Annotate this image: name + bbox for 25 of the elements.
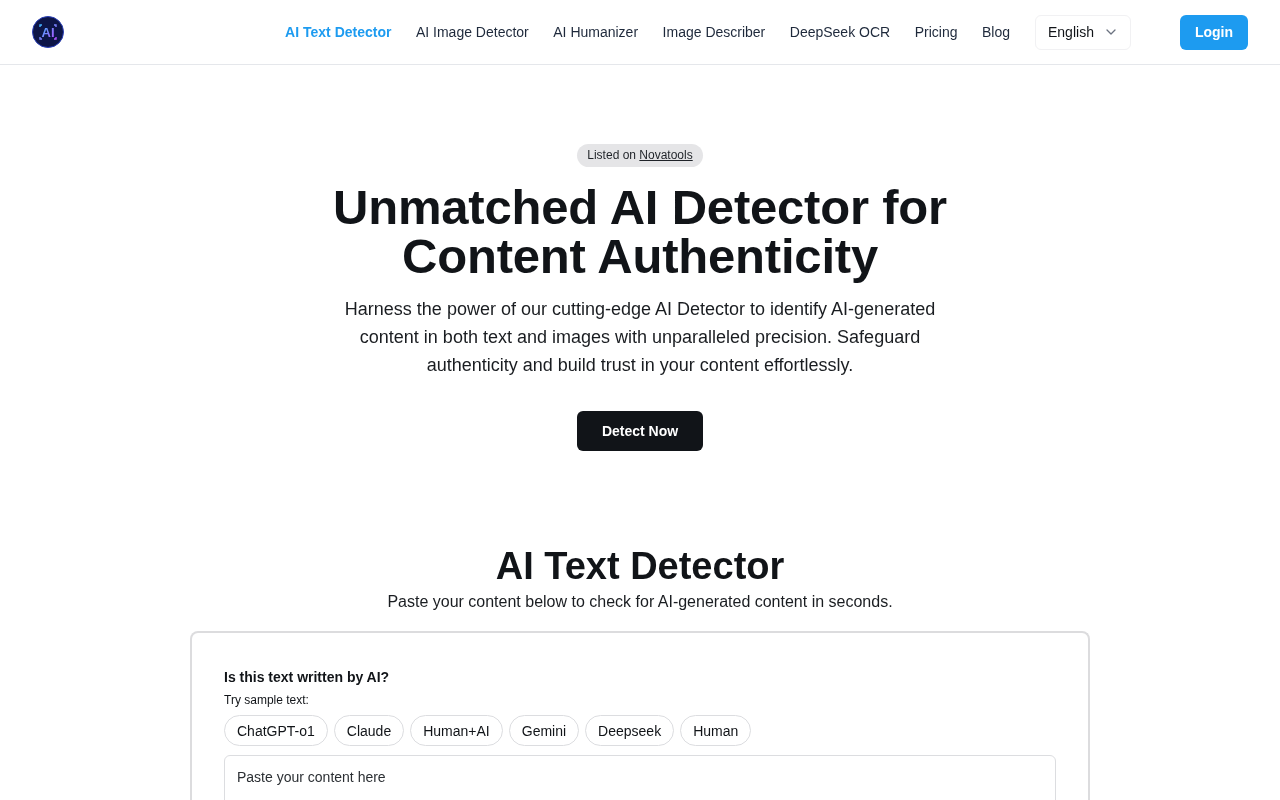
nav-link[interactable]: Image Describer [662,22,766,42]
sample-chip[interactable]: Gemini [508,715,580,746]
logo[interactable]: AI [32,16,64,48]
sample-chip[interactable]: ChatGPT-o1 [224,715,328,746]
nav-link[interactable]: Blog [981,22,1010,42]
hero-description: Harness the power of our cutting-edge AI Detector to identify AI-generated content in both text and images with unparalleled precision. Safeguard authenticity and build trust in your content effortlessly. [343,298,937,377]
content-input[interactable]: Paste your content here [224,755,1056,800]
sample-label: Try sample text: [224,692,310,708]
nav-link[interactable]: AI Humanizer [553,22,639,42]
section-subtitle: Paste your content below to check for AI-generated content in seconds. [387,592,893,612]
sample-chip[interactable]: Human [680,715,752,746]
sample-chip[interactable]: Human+AI [410,715,503,746]
sample-chip[interactable]: Claude [333,715,405,746]
hero-title: Unmatched AI Detector for Content Authenticity [332,183,948,281]
card-question: Is this text written by AI? [224,668,391,687]
section-title: AI Text Detector [495,544,785,588]
sample-chip[interactable]: Deepseek [585,715,675,746]
nav-link[interactable]: DeepSeek OCR [789,22,891,42]
nav-link[interactable]: AI Image Detector [415,22,529,42]
nav-link[interactable]: Pricing [914,22,958,42]
language-select[interactable]: English [1035,14,1131,50]
listing-badge: Listed on Novatools [577,144,703,167]
detect-now-button[interactable]: Detect Now [577,411,703,451]
listing-link[interactable]: Novatools [639,148,693,162]
chevron-down-icon [1106,29,1116,35]
